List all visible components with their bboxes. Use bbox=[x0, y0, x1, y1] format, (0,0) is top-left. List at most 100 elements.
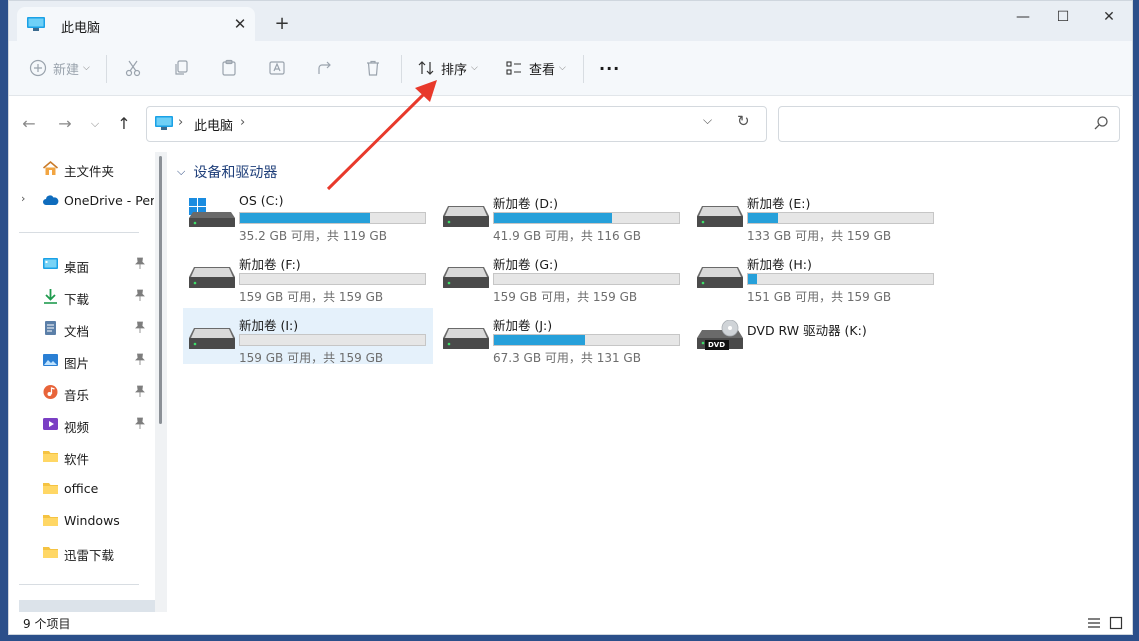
breadcrumb-chevron-icon[interactable]: › bbox=[178, 115, 183, 130]
nav-item-office[interactable]: office bbox=[9, 474, 154, 502]
drive-usage-bar bbox=[493, 334, 680, 346]
view-button[interactable]: 查看 ⌵ bbox=[505, 53, 566, 83]
nav-item-label: 主文件夹 bbox=[64, 164, 115, 179]
sort-button[interactable]: 排序 ⌵ bbox=[417, 53, 478, 83]
nav-item-pictures[interactable]: 图片 bbox=[9, 346, 154, 374]
drive-name: 新加卷 (F:) bbox=[239, 257, 301, 272]
recent-locations-chevron-icon[interactable]: ⌵ bbox=[83, 112, 107, 136]
this-pc-icon bbox=[27, 17, 45, 31]
tiles-view-icon[interactable] bbox=[1109, 616, 1123, 630]
tab-close-icon[interactable]: ✕ bbox=[229, 13, 251, 35]
nav-item-music[interactable]: 音乐 bbox=[9, 378, 154, 406]
refresh-icon[interactable]: ↻ bbox=[737, 112, 750, 130]
nav-scrollbar[interactable] bbox=[155, 152, 167, 612]
nav-item-documents[interactable]: 文档 bbox=[9, 314, 154, 342]
music-icon bbox=[43, 385, 58, 399]
search-input[interactable] bbox=[778, 106, 1120, 142]
nav-item-videos[interactable]: 视频 bbox=[9, 410, 154, 438]
drive-tile-i[interactable]: 新加卷 (I:) 159 GB 可用，共 159 GB bbox=[183, 308, 433, 365]
pin-icon[interactable] bbox=[135, 321, 145, 333]
address-bar[interactable]: › 此电脑 › ⌵ ↻ bbox=[146, 106, 767, 142]
drive-usage-fill bbox=[494, 335, 585, 345]
pin-icon[interactable] bbox=[135, 417, 145, 429]
chevron-right-icon[interactable]: › bbox=[21, 192, 25, 205]
this-pc-icon bbox=[155, 116, 173, 130]
details-view-icon[interactable] bbox=[1087, 616, 1101, 630]
minimize-button[interactable]: — bbox=[1003, 5, 1043, 29]
share-icon bbox=[318, 61, 331, 74]
nav-item-home[interactable]: 主文件夹 bbox=[9, 154, 154, 182]
drive-space-text: 159 GB 可用，共 159 GB bbox=[239, 351, 384, 365]
nav-scrollbar-thumb[interactable] bbox=[159, 156, 162, 424]
rename-button[interactable] bbox=[268, 53, 286, 83]
drive-usage-bar bbox=[493, 212, 680, 224]
close-window-button[interactable]: ✕ bbox=[1089, 5, 1129, 29]
nav-item-windows[interactable]: Windows bbox=[9, 506, 154, 534]
folder-icon bbox=[43, 547, 58, 558]
pin-icon[interactable] bbox=[135, 289, 145, 301]
content-pane: ⌵ 设备和驱动器 OS (C:) 35.2 GB 可用，共 119 GB 新加卷… bbox=[167, 152, 1132, 612]
drive-tile-f[interactable]: 新加卷 (F:) 159 GB 可用，共 159 GB bbox=[183, 247, 433, 304]
drive-tile-c[interactable]: OS (C:) 35.2 GB 可用，共 119 GB bbox=[183, 186, 433, 243]
back-arrow-icon[interactable]: ← bbox=[17, 112, 41, 136]
group-title: 设备和驱动器 bbox=[193, 165, 278, 181]
forward-arrow-icon[interactable]: → bbox=[53, 112, 77, 136]
drive-tile-k[interactable]: DVD DVD RW 驱动器 (K:) bbox=[691, 308, 941, 364]
pin-icon[interactable] bbox=[135, 353, 145, 365]
drive-tile-d[interactable]: 新加卷 (D:) 41.9 GB 可用，共 116 GB bbox=[437, 186, 687, 243]
up-arrow-icon[interactable]: ↑ bbox=[112, 112, 136, 136]
folder-icon bbox=[43, 483, 58, 494]
maximize-button[interactable]: ☐ bbox=[1043, 5, 1083, 29]
video-icon bbox=[43, 418, 58, 430]
new-button[interactable]: 新建 ⌵ bbox=[29, 53, 90, 83]
nav-item-downloads[interactable]: 下载 bbox=[9, 282, 154, 310]
hard-drive-icon bbox=[443, 206, 489, 227]
nav-divider bbox=[19, 584, 139, 585]
drive-space-text: 159 GB 可用，共 159 GB bbox=[239, 290, 384, 304]
drive-tile-e[interactable]: 新加卷 (E:) 133 GB 可用，共 159 GB bbox=[691, 186, 941, 243]
paste-button[interactable] bbox=[220, 53, 238, 83]
copy-icon bbox=[175, 60, 188, 75]
drive-usage-bar bbox=[747, 273, 934, 285]
share-button[interactable] bbox=[316, 53, 334, 83]
group-header-devices[interactable]: ⌵ 设备和驱动器 bbox=[177, 162, 277, 182]
drive-name: 新加卷 (D:) bbox=[493, 196, 559, 211]
drive-name: 新加卷 (E:) bbox=[747, 196, 811, 211]
breadcrumb-this-pc[interactable]: 此电脑 bbox=[194, 115, 233, 134]
drive-name: DVD RW 驱动器 (K:) bbox=[747, 323, 867, 338]
item-count: 9 个项目 bbox=[23, 617, 71, 631]
new-tab-plus-icon[interactable]: + bbox=[271, 13, 293, 35]
rename-icon bbox=[269, 61, 285, 75]
drive-usage-bar bbox=[493, 273, 680, 285]
folder-icon bbox=[43, 451, 58, 462]
trash-icon bbox=[367, 60, 379, 76]
tab-this-pc[interactable]: 此电脑 ✕ bbox=[17, 7, 255, 41]
drive-usage-bar bbox=[239, 273, 426, 285]
drive-tile-j[interactable]: 新加卷 (J:) 67.3 GB 可用，共 131 GB bbox=[437, 308, 687, 365]
nav-item-software[interactable]: 软件 bbox=[9, 442, 154, 470]
address-row: ← → ⌵ ↑ › 此电脑 › ⌵ ↻ bbox=[9, 96, 1132, 152]
drive-space-text: 159 GB 可用，共 159 GB bbox=[493, 290, 638, 304]
nav-item-onedrive[interactable]: › OneDrive - Per bbox=[9, 186, 154, 214]
cut-button[interactable] bbox=[124, 53, 142, 83]
more-options-button[interactable]: ··· bbox=[599, 53, 620, 83]
nav-item-this-pc-partial[interactable] bbox=[19, 600, 155, 612]
chevron-down-icon[interactable]: ⌵ bbox=[177, 165, 185, 179]
delete-button[interactable] bbox=[364, 53, 382, 83]
drive-space-text: 41.9 GB 可用，共 116 GB bbox=[493, 229, 641, 243]
copy-button[interactable] bbox=[172, 53, 190, 83]
nav-item-desktop[interactable]: 桌面 bbox=[9, 250, 154, 278]
drive-tile-h[interactable]: 新加卷 (H:) 151 GB 可用，共 159 GB bbox=[691, 247, 941, 304]
address-history-chevron-icon[interactable]: ⌵ bbox=[703, 113, 712, 128]
drive-tile-g[interactable]: 新加卷 (G:) 159 GB 可用，共 159 GB bbox=[437, 247, 687, 304]
drive-name: 新加卷 (G:) bbox=[493, 257, 559, 272]
breadcrumb-chevron-icon[interactable]: › bbox=[240, 115, 245, 130]
pin-icon[interactable] bbox=[135, 385, 145, 397]
command-bar: 新建 ⌵ 排序 ⌵ 查看 ⌵ ··· bbox=[9, 41, 1132, 96]
pin-icon[interactable] bbox=[135, 257, 145, 269]
new-button-label: 新建 bbox=[53, 62, 80, 78]
drive-name: OS (C:) bbox=[239, 193, 284, 208]
drive-space-text: 133 GB 可用，共 159 GB bbox=[747, 229, 892, 243]
nav-item-thunder-downloads[interactable]: 迅雷下载 bbox=[9, 538, 154, 566]
drive-space-text: 151 GB 可用，共 159 GB bbox=[747, 290, 892, 304]
